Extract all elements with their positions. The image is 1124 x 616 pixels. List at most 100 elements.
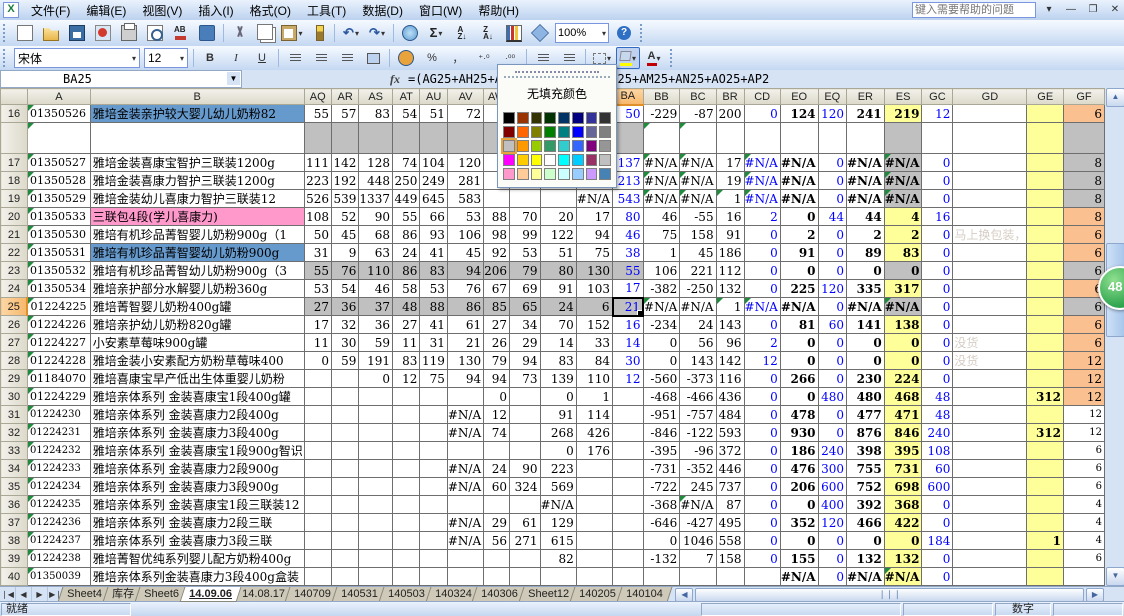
cell-BB40[interactable] [643, 568, 680, 586]
cell-AX32[interactable] [510, 424, 540, 442]
cell-A35[interactable]: 01224234 [27, 478, 90, 496]
row-header-25[interactable]: 25 [1, 298, 28, 316]
autosum-dropdown-icon[interactable]: ▾ [438, 29, 442, 38]
color-swatch[interactable] [586, 140, 598, 152]
cell-AW35[interactable]: 60 [484, 478, 510, 496]
cell-AX19[interactable] [510, 190, 540, 208]
cell-AY29[interactable]: 139 [540, 370, 576, 388]
cell-AW38[interactable]: 56 [484, 532, 510, 550]
cell-CD20[interactable]: 2 [744, 208, 780, 226]
cell-ER23[interactable]: 0 [847, 262, 885, 280]
cell-GE23[interactable] [1027, 262, 1064, 280]
cell-AVs[interactable] [447, 123, 483, 154]
cell-AS30[interactable] [359, 388, 393, 406]
cell-BC21[interactable]: 158 [680, 226, 716, 244]
cell-AR24[interactable]: 54 [331, 280, 358, 298]
menu-7[interactable]: 窗口(W) [411, 0, 470, 21]
color-swatch[interactable] [558, 140, 570, 152]
cell-AQ18[interactable]: 223 [304, 172, 331, 190]
color-swatch[interactable] [544, 126, 556, 138]
color-swatch[interactable] [558, 168, 570, 180]
cell-BA22[interactable]: 38 [613, 244, 643, 262]
cell-AR39[interactable] [331, 550, 358, 568]
cell-AQ38[interactable] [304, 532, 331, 550]
cell-BR38[interactable]: 558 [716, 532, 744, 550]
color-swatch[interactable] [558, 126, 570, 138]
cell-EO20[interactable]: 0 [780, 208, 818, 226]
cell-B20[interactable]: 三联包4段(学儿喜康力) [90, 208, 304, 226]
cell-CD40[interactable] [744, 568, 780, 586]
cell-AW22[interactable]: 92 [484, 244, 510, 262]
cell-EOs[interactable] [780, 123, 818, 154]
cell-AU36[interactable] [420, 496, 447, 514]
menu-5[interactable]: 工具(T) [299, 0, 354, 21]
cell-BA28[interactable]: 30 [613, 352, 643, 370]
cell-AQ29[interactable] [304, 370, 331, 388]
new-button[interactable] [13, 22, 37, 44]
cell-AW29[interactable]: 94 [484, 370, 510, 388]
cell-EQ27[interactable]: 0 [818, 334, 846, 352]
color-swatch[interactable] [517, 168, 529, 180]
color-swatch[interactable] [586, 168, 598, 180]
cell-AZ40[interactable] [576, 568, 612, 586]
help-button[interactable]: ? [612, 22, 636, 44]
cell-AR29[interactable] [331, 370, 358, 388]
cell-B25[interactable]: 雅培菁智婴儿奶粉400g罐 [90, 298, 304, 316]
color-swatch[interactable] [503, 168, 515, 180]
cell-BC38[interactable]: 1046 [680, 532, 716, 550]
underline-button[interactable]: U [250, 47, 274, 69]
row-header-29[interactable]: 29 [1, 370, 28, 388]
cell-CD27[interactable]: 2 [744, 334, 780, 352]
cell-AW26[interactable]: 27 [484, 316, 510, 334]
cell-ES17[interactable]: #N/A [884, 154, 922, 172]
paste-dropdown-icon[interactable]: ▾ [298, 29, 302, 38]
fill-color-button[interactable]: ▾ [616, 47, 640, 69]
cell-AR34[interactable] [331, 460, 358, 478]
close-button[interactable]: ✕ [1106, 2, 1124, 18]
cell-GD23[interactable] [953, 262, 1027, 280]
cell-BA25[interactable]: 21 [613, 298, 643, 316]
cell-AR30[interactable] [331, 388, 358, 406]
cell-AS26[interactable]: 36 [359, 316, 393, 334]
cell-BR19[interactable]: 1 [716, 190, 744, 208]
cell-BB29[interactable]: -560 [643, 370, 680, 388]
sort-descending-button[interactable]: ZA↓ [476, 22, 500, 44]
cell-GF17[interactable]: 8 [1064, 154, 1105, 172]
cell-AX34[interactable]: 90 [510, 460, 540, 478]
cell-AU35[interactable] [420, 478, 447, 496]
cell-AT19[interactable]: 449 [392, 190, 419, 208]
cell-GE21[interactable] [1027, 226, 1064, 244]
cell-AY31[interactable]: 91 [540, 406, 576, 424]
cell-AT34[interactable] [392, 460, 419, 478]
cell-A30[interactable]: 01224229 [27, 388, 90, 406]
cell-CD30[interactable]: 0 [744, 388, 780, 406]
cell-AZ25[interactable]: 6 [576, 298, 612, 316]
menu-2[interactable]: 视图(V) [134, 0, 190, 21]
cell-EO18[interactable]: #N/A [780, 172, 818, 190]
cell-GC36[interactable]: 0 [922, 496, 953, 514]
cell-CD35[interactable]: 0 [744, 478, 780, 496]
cell-GD17[interactable] [953, 154, 1027, 172]
cell-ES28[interactable]: 0 [884, 352, 922, 370]
cell-EO26[interactable]: 81 [780, 316, 818, 334]
undo-dropdown-icon[interactable]: ▾ [355, 29, 359, 38]
cell-AV33[interactable] [447, 442, 483, 460]
cell-BR17[interactable]: 17 [716, 154, 744, 172]
row-header-18[interactable]: 18 [1, 172, 28, 190]
cell-ES40[interactable]: #N/A [884, 568, 922, 586]
align-center-button[interactable] [309, 47, 333, 69]
cell-GC20[interactable]: 16 [922, 208, 953, 226]
scroll-right-button[interactable]: ▶ [1086, 588, 1104, 602]
cell-GD18[interactable] [953, 172, 1027, 190]
cell-GF30[interactable]: 12 [1064, 388, 1105, 406]
cell-BA33[interactable] [613, 442, 643, 460]
cell-AY22[interactable]: 51 [540, 244, 576, 262]
cell-EO27[interactable]: 0 [780, 334, 818, 352]
cell-AU26[interactable]: 41 [420, 316, 447, 334]
cell-AV25[interactable]: 86 [447, 298, 483, 316]
cell-AV30[interactable] [447, 388, 483, 406]
cell-EQ22[interactable]: 0 [818, 244, 846, 262]
cell-BC28[interactable]: 143 [680, 352, 716, 370]
cell-BR16[interactable]: 200 [716, 105, 744, 123]
cell-AT29[interactable]: 12 [392, 370, 419, 388]
